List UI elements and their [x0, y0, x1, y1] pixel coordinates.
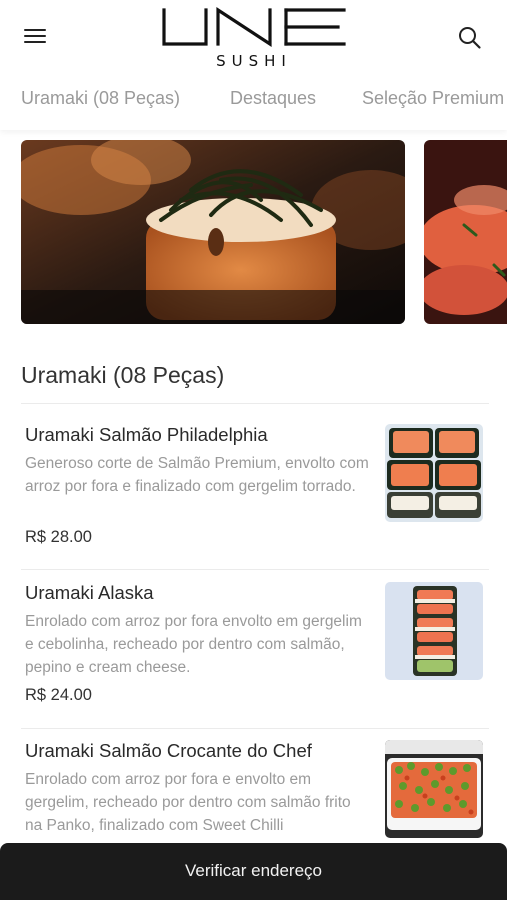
category-tabs: Uramaki (08 Peças) Destaques Seleção Pre…: [0, 88, 507, 118]
item-price: R$ 24.00: [25, 686, 92, 704]
menu-line: [24, 41, 46, 43]
menu-item[interactable]: Uramaki Alaska Enrolado com arroz por fo…: [21, 582, 489, 729]
tab-destaques[interactable]: Destaques: [230, 88, 316, 109]
item-description: Enrolado com arroz por fora e envolto em…: [25, 771, 351, 835]
divider: [21, 728, 489, 729]
brand-logo-mark: [162, 7, 346, 47]
menu-line: [24, 35, 46, 37]
app-header: SUSHI Uramaki (08 Peças) Destaques Seleç…: [0, 0, 507, 130]
menu-item[interactable]: Uramaki Salmão Philadelphia Generoso cor…: [21, 424, 489, 570]
item-image: [385, 424, 483, 522]
banner-carousel[interactable]: [0, 140, 507, 326]
item-image: [385, 740, 483, 838]
item-name: Uramaki Salmão Crocante do Chef: [25, 740, 312, 761]
divider: [21, 569, 489, 570]
tab-selecao-premium[interactable]: Seleção Premium: [362, 88, 504, 109]
menu-item[interactable]: Uramaki Salmão Crocante do Chef Enrolado…: [21, 740, 489, 850]
banner-image-next[interactable]: [424, 140, 507, 324]
check-address-label: Verificar endereço: [184, 861, 323, 880]
item-name: Uramaki Alaska: [25, 582, 154, 603]
hamburger-menu-icon[interactable]: [22, 24, 48, 48]
tab-uramaki[interactable]: Uramaki (08 Peças): [21, 88, 180, 109]
menu-line: [24, 29, 46, 31]
item-image: [385, 582, 483, 680]
item-description: Enrolado com arroz por fora envolto em g…: [25, 613, 362, 677]
divider: [21, 403, 489, 404]
check-address-button[interactable]: Verificar endereço: [0, 843, 507, 900]
brand-logo-subtitle: SUSHI: [216, 52, 292, 70]
banner-image[interactable]: [21, 140, 405, 324]
item-description: Generoso corte de Salmão Premium, envolt…: [25, 455, 369, 496]
item-price: R$ 28.00: [25, 528, 92, 546]
section-title: Uramaki (08 Peças): [21, 362, 225, 388]
item-name: Uramaki Salmão Philadelphia: [25, 424, 268, 445]
brand-logo[interactable]: SUSHI: [158, 6, 350, 70]
search-icon[interactable]: [456, 24, 484, 52]
